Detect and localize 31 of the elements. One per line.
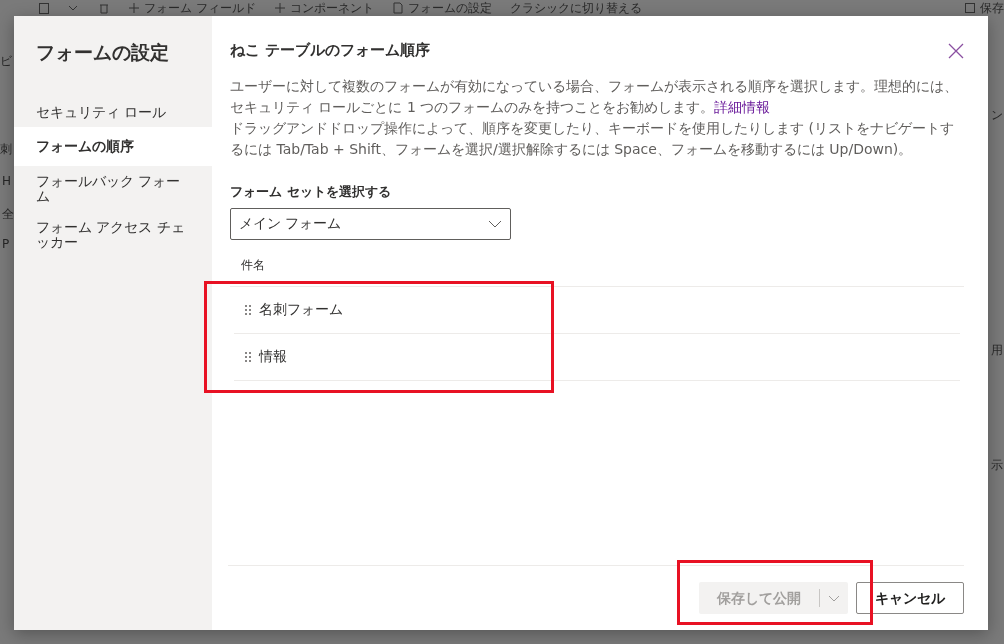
sidebar-item[interactable]: フォームの順序 [14,127,212,167]
form-row[interactable]: 情報 [234,333,960,381]
chevron-down-icon[interactable] [488,219,502,228]
plus-icon[interactable] [273,2,286,14]
learn-more-link[interactable]: 詳細情報 [714,99,771,115]
form-name: 名刺フォーム [259,300,343,320]
cancel-button[interactable]: キャンセル [856,582,964,614]
drag-handle-icon[interactable] [245,351,251,362]
form-set-dropdown[interactable]: メイン フォーム [230,207,511,240]
sidebar-title: フォームの設定 [35,40,170,65]
plus-icon[interactable] [128,2,140,14]
description-text: ユーザーに対して複数のフォームが有効になっている場合、フォームが表示される順序を選択します。理想的には、セキュリティ ロールごとに 1 つのフォームのみを持つことをお勧めします。詳細情報 [230,77,959,117]
background-text: 全 [2,206,14,223]
column-header: 件名 [241,257,265,272]
background-text: ン [991,107,1003,124]
background-text: H [2,173,12,190]
background-text: P [2,236,10,253]
sidebar-item[interactable]: フォールバック フォーム [14,166,212,212]
background-text: ビ [0,53,12,70]
form-name: 情報 [259,347,287,367]
background-text: 用 [991,342,1003,359]
background-text: 刺 [0,141,12,158]
dialog-title: ねこ テーブルのフォーム順序 [230,39,431,61]
sidebar-item[interactable]: セキュリティ ロール [14,96,212,128]
instructions-text: ドラッグアンドドロップ操作によって、順序を変更したり、キーボードを使用したりします (リストをナビゲートするには Tab/Tab + Shift、フォームを選択/選択解除するには Space、フォームを移動するには Up/Down)。 [230,119,955,159]
background-text: 示 [991,457,1003,474]
form-row[interactable]: 名刺フォーム [234,286,960,334]
drag-handle-icon[interactable] [245,304,251,315]
close-icon[interactable] [948,42,964,59]
field-label: フォーム セットを選択する [230,183,392,201]
sidebar-item[interactable]: フォーム アクセス チェッカー [14,211,212,258]
